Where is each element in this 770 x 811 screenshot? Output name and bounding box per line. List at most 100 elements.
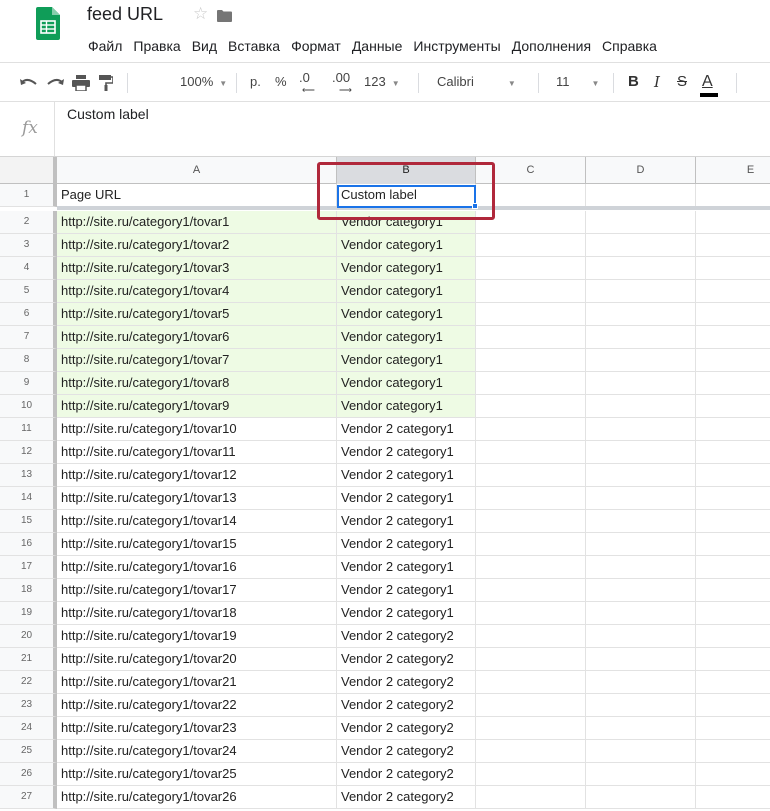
row-header[interactable]: 14 <box>0 487 57 510</box>
cell-d[interactable] <box>586 763 696 786</box>
cell-d[interactable] <box>586 671 696 694</box>
cell-b[interactable]: Vendor 2 category1 <box>337 487 476 510</box>
cell-d[interactable] <box>586 234 696 257</box>
cell-b[interactable]: Vendor category1 <box>337 372 476 395</box>
cell-a[interactable]: http://site.ru/category1/tovar13 <box>57 487 337 510</box>
cell-c[interactable] <box>476 510 586 533</box>
cell-b[interactable]: Vendor 2 category2 <box>337 694 476 717</box>
menu-edit[interactable]: Правка <box>133 38 180 54</box>
cell-b[interactable]: Vendor 2 category2 <box>337 648 476 671</box>
zoom-select[interactable]: 100% ▼ <box>180 63 227 101</box>
cell-e[interactable] <box>696 763 770 786</box>
cell-b[interactable]: Vendor 2 category2 <box>337 786 476 809</box>
row-header[interactable]: 1 <box>0 184 57 207</box>
more-formats-select[interactable]: 123 ▼ <box>364 63 400 101</box>
cell-d[interactable] <box>586 464 696 487</box>
currency-format-button[interactable]: р. <box>250 63 261 101</box>
cell-e[interactable] <box>696 303 770 326</box>
cell-c[interactable] <box>476 648 586 671</box>
row-header[interactable]: 15 <box>0 510 57 533</box>
row-header[interactable]: 3 <box>0 234 57 257</box>
menu-insert[interactable]: Вставка <box>228 38 280 54</box>
cell-e[interactable] <box>696 786 770 809</box>
cell-a[interactable]: http://site.ru/category1/tovar12 <box>57 464 337 487</box>
row-header[interactable]: 4 <box>0 257 57 280</box>
cell-e[interactable] <box>696 556 770 579</box>
cell-c[interactable] <box>476 441 586 464</box>
cell-a[interactable]: http://site.ru/category1/tovar2 <box>57 234 337 257</box>
column-header-e[interactable]: E <box>696 157 770 184</box>
cell-a[interactable]: http://site.ru/category1/tovar7 <box>57 349 337 372</box>
cell-c[interactable] <box>476 326 586 349</box>
cell-b[interactable]: Vendor 2 category1 <box>337 579 476 602</box>
undo-icon[interactable] <box>20 63 38 101</box>
menu-addons[interactable]: Дополнения <box>512 38 591 54</box>
cell-a[interactable]: http://site.ru/category1/tovar25 <box>57 763 337 786</box>
cell-b[interactable]: Vendor 2 category2 <box>337 717 476 740</box>
cell-c[interactable] <box>476 280 586 303</box>
sheets-logo-icon[interactable] <box>36 7 60 40</box>
cell-e[interactable] <box>696 717 770 740</box>
cell-b[interactable]: Vendor category1 <box>337 234 476 257</box>
cell-e[interactable] <box>696 694 770 717</box>
cell-c[interactable] <box>476 740 586 763</box>
row-header[interactable]: 18 <box>0 579 57 602</box>
cell-d[interactable] <box>586 510 696 533</box>
cell-a[interactable]: http://site.ru/category1/tovar14 <box>57 510 337 533</box>
cell-b[interactable]: Vendor 2 category1 <box>337 510 476 533</box>
cell-e[interactable] <box>696 326 770 349</box>
cell-c[interactable] <box>476 464 586 487</box>
cell-c[interactable] <box>476 234 586 257</box>
row-header[interactable]: 22 <box>0 671 57 694</box>
row-header[interactable]: 7 <box>0 326 57 349</box>
cell-a[interactable]: http://site.ru/category1/tovar17 <box>57 579 337 602</box>
menu-tools[interactable]: Инструменты <box>413 38 500 54</box>
cell-c[interactable] <box>476 533 586 556</box>
cell-c[interactable] <box>476 579 586 602</box>
column-header-d[interactable]: D <box>586 157 696 184</box>
cell-c[interactable] <box>476 372 586 395</box>
cell-c[interactable] <box>476 763 586 786</box>
cell-d[interactable] <box>586 533 696 556</box>
percent-format-button[interactable]: % <box>275 63 287 101</box>
cell-a[interactable]: http://site.ru/category1/tovar11 <box>57 441 337 464</box>
menu-file[interactable]: Файл <box>88 38 122 54</box>
cell-d[interactable] <box>586 602 696 625</box>
cell-c[interactable] <box>476 625 586 648</box>
cell-d[interactable] <box>586 717 696 740</box>
cell-b[interactable]: Vendor 2 category1 <box>337 602 476 625</box>
cell-a[interactable]: http://site.ru/category1/tovar10 <box>57 418 337 441</box>
cell-a[interactable]: http://site.ru/category1/tovar1 <box>57 211 337 234</box>
cell-e[interactable] <box>696 740 770 763</box>
cell-c[interactable] <box>476 602 586 625</box>
cell-b[interactable]: Vendor 2 category1 <box>337 418 476 441</box>
menu-format[interactable]: Формат <box>291 38 341 54</box>
cell-b[interactable]: Vendor 2 category2 <box>337 625 476 648</box>
cell-a[interactable]: http://site.ru/category1/tovar20 <box>57 648 337 671</box>
cell-d[interactable] <box>586 694 696 717</box>
cell-a[interactable]: http://site.ru/category1/tovar22 <box>57 694 337 717</box>
cell-c[interactable] <box>476 694 586 717</box>
row-header[interactable]: 12 <box>0 441 57 464</box>
cell-e[interactable] <box>696 234 770 257</box>
cell-e[interactable] <box>696 579 770 602</box>
formula-input[interactable]: Custom label <box>67 106 149 122</box>
cell-b[interactable]: Vendor 2 category2 <box>337 763 476 786</box>
cell-d[interactable] <box>586 648 696 671</box>
row-header[interactable]: 13 <box>0 464 57 487</box>
cell-e[interactable] <box>696 510 770 533</box>
row-header[interactable]: 23 <box>0 694 57 717</box>
cell-a[interactable]: http://site.ru/category1/tovar5 <box>57 303 337 326</box>
column-header-a[interactable]: A <box>57 157 337 184</box>
cell-a[interactable]: Page URL <box>57 184 337 207</box>
row-header[interactable]: 20 <box>0 625 57 648</box>
cell-e[interactable] <box>696 372 770 395</box>
cell-e[interactable] <box>696 487 770 510</box>
print-icon[interactable] <box>72 63 90 101</box>
font-family-select[interactable]: Calibri ▼ <box>437 63 516 101</box>
cell-c[interactable] <box>476 303 586 326</box>
star-icon[interactable]: ☆ <box>193 4 208 24</box>
cell-b[interactable]: Vendor 2 category1 <box>337 556 476 579</box>
cell-e[interactable] <box>696 349 770 372</box>
strikethrough-icon[interactable]: S <box>677 63 687 101</box>
